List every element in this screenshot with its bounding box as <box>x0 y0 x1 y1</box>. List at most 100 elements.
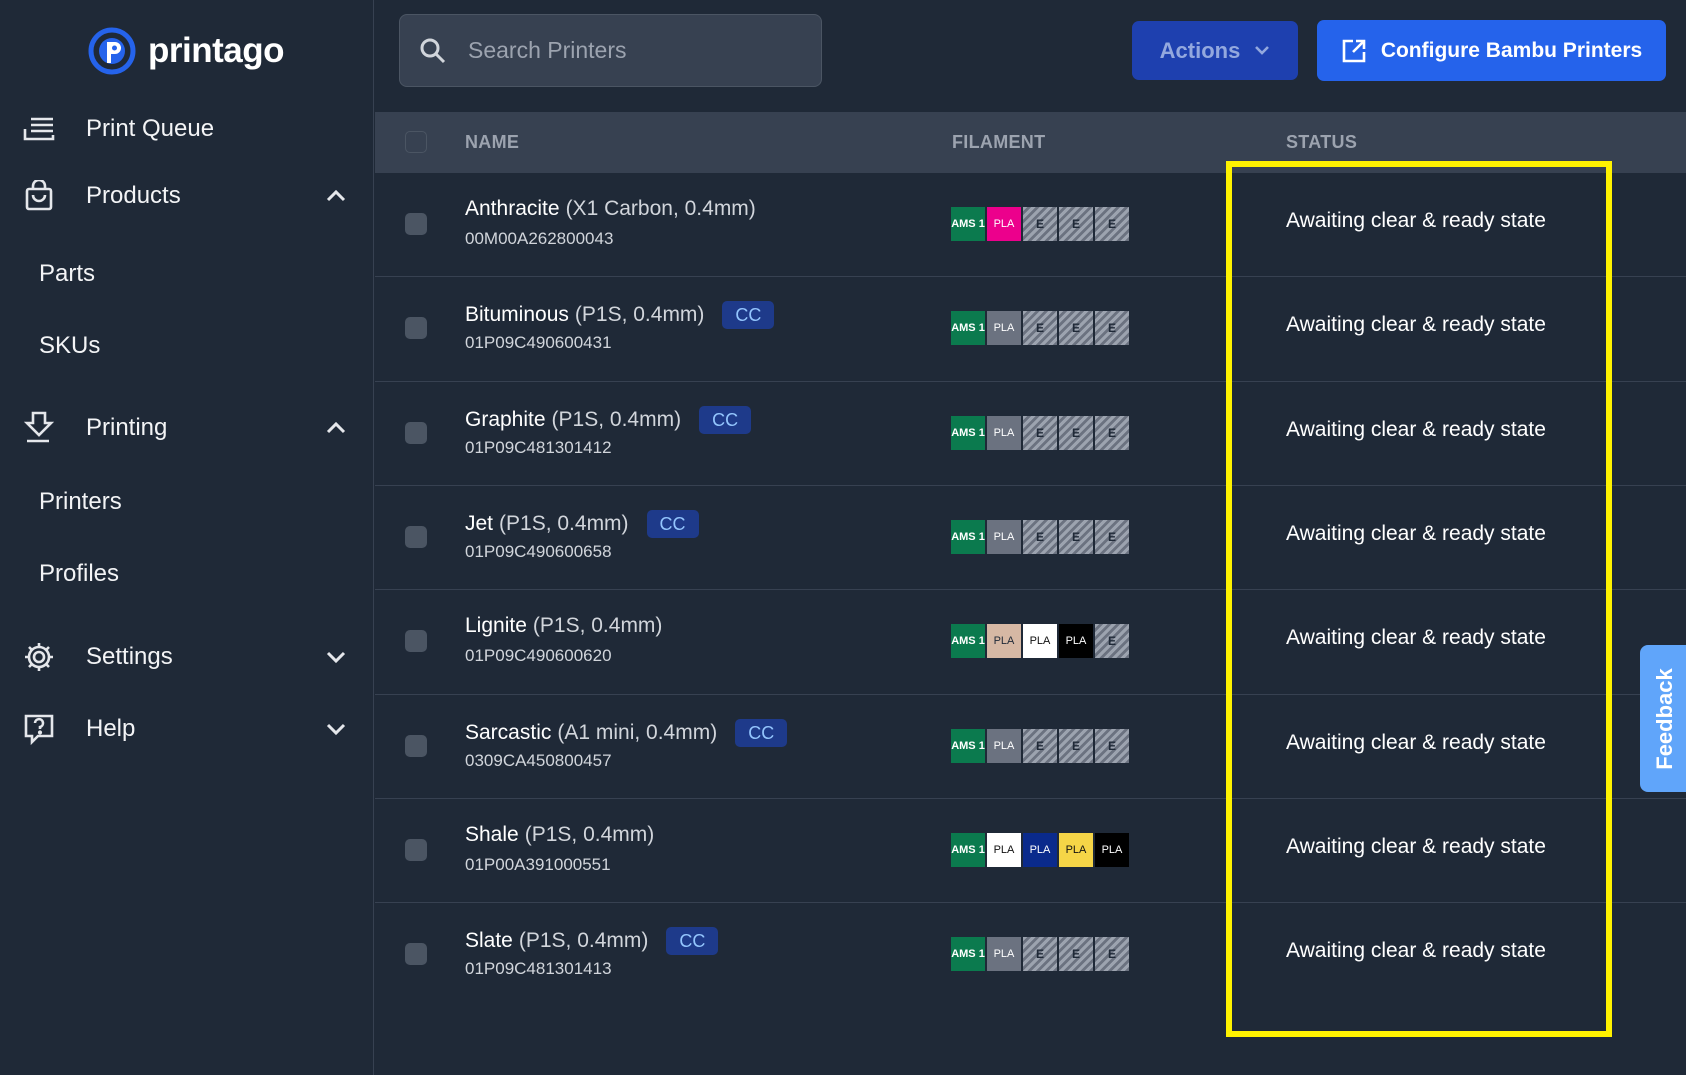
printer-name[interactable]: Shale <box>465 823 519 847</box>
printer-name[interactable]: Lignite <box>465 614 527 638</box>
filament-slot-empty: E <box>1023 207 1057 241</box>
filament-slot-empty: E <box>1095 416 1129 450</box>
printer-serial: 01P09C490600658 <box>465 542 612 561</box>
chevron-down-icon[interactable] <box>323 716 349 742</box>
printer-name-cell: Graphite (P1S, 0.4mm) CC <box>465 406 752 434</box>
row-checkbox[interactable] <box>405 735 427 757</box>
ams-slot-text: AMS 1 <box>951 218 985 230</box>
filament-slot-pla: PLA <box>1023 624 1057 658</box>
sidebar-subitem-printers[interactable]: Printers <box>39 477 122 527</box>
cc-badge: CC <box>666 927 719 955</box>
filament-slot-pla: PLA <box>987 207 1021 241</box>
row-checkbox-cell <box>405 422 427 444</box>
printer-details: (A1 mini, 0.4mm) <box>557 721 718 744</box>
logo[interactable]: printago <box>88 24 284 78</box>
sidebar-subitem-parts[interactable]: Parts <box>39 249 95 299</box>
sidebar-item-label: Products <box>86 182 181 209</box>
cc-badge: CC <box>699 406 752 434</box>
table-row[interactable]: Slate (P1S, 0.4mm) CC 01P09C481301413 AMS 1P… <box>375 902 1686 1006</box>
filament-slot-pla: PLA <box>987 833 1021 867</box>
table-row[interactable]: Bituminous (P1S, 0.4mm) CC 01P09C490600431 A… <box>375 276 1686 380</box>
printer-serial: 01P00A391000551 <box>465 855 611 874</box>
sidebar-subitem-profiles[interactable]: Profiles <box>39 549 119 599</box>
chevron-up-icon[interactable] <box>323 183 349 209</box>
printer-status: Awaiting clear & ready state <box>1286 209 1546 232</box>
printer-status: Awaiting clear & ready state <box>1286 835 1546 858</box>
printer-serial: 00M00A262800043 <box>465 229 614 248</box>
ams-unit-slot: AMS 1 <box>951 729 985 763</box>
printer-name[interactable]: Jet <box>465 512 493 536</box>
filament-slot-pla: PLA <box>987 937 1021 971</box>
table-row[interactable]: Shale (P1S, 0.4mm) 01P00A391000551 AMS 1 PLA… <box>375 798 1686 902</box>
actions-button[interactable]: Actions <box>1132 21 1298 80</box>
feedback-tab[interactable]: Feedback <box>1640 645 1686 792</box>
printer-serial: 01P09C481301412 <box>465 438 612 457</box>
ams-unit-slot: AMS 1 <box>951 624 985 658</box>
row-checkbox[interactable] <box>405 317 427 339</box>
row-checkbox[interactable] <box>405 526 427 548</box>
ams-slot-text: AMS 1 <box>951 322 985 334</box>
cc-badge: CC <box>646 510 699 538</box>
filament-slot-empty: E <box>1095 729 1129 763</box>
sidebar: printago Print Queue Products Parts SKUs… <box>0 0 374 1075</box>
row-checkbox[interactable] <box>405 839 427 861</box>
ams-slot-text: AMS 1 <box>951 740 985 752</box>
printer-name[interactable]: Anthracite <box>465 197 560 221</box>
table-row[interactable]: Sarcastic (A1 mini, 0.4mm) CC 0309CA4508004… <box>375 694 1686 798</box>
printer-name[interactable]: Sarcastic <box>465 721 551 745</box>
sidebar-item-label: Settings <box>86 643 173 670</box>
chevron-up-icon[interactable] <box>323 415 349 441</box>
filament-slots: AMS 1 PLA E E E <box>951 937 1131 971</box>
chevron-down-icon[interactable] <box>323 644 349 670</box>
sidebar-item-settings[interactable]: Settings <box>22 629 349 685</box>
search-box[interactable] <box>399 14 822 87</box>
column-header-status[interactable]: STATUS <box>1286 112 1357 172</box>
ams-unit-slot: AMS 1 <box>951 311 985 345</box>
row-checkbox[interactable] <box>405 943 427 965</box>
filament-slot-pla: PLA <box>987 416 1021 450</box>
filament-slot-empty: E <box>1059 416 1093 450</box>
ams-slot-text: AMS 1 <box>951 531 985 543</box>
select-all-checkbox-cell <box>405 112 427 172</box>
search-input[interactable] <box>466 36 800 65</box>
printer-details: (P1S, 0.4mm) <box>574 303 705 326</box>
row-checkbox[interactable] <box>405 630 427 652</box>
filament-slot-empty: E <box>1023 311 1057 345</box>
configure-bambu-printers-button[interactable]: Configure Bambu Printers <box>1317 20 1666 81</box>
column-header-name[interactable]: NAME <box>465 112 519 172</box>
filament-slots: AMS 1 PLA E E E <box>951 520 1131 554</box>
filament-slot-empty: E <box>1023 729 1057 763</box>
printer-name-cell: Bituminous (P1S, 0.4mm) CC <box>465 301 775 329</box>
filament-slots: AMS 1 PLA E E E <box>951 729 1131 763</box>
row-checkbox[interactable] <box>405 213 427 235</box>
select-all-checkbox[interactable] <box>405 131 427 153</box>
printer-status: Awaiting clear & ready state <box>1286 313 1546 336</box>
sidebar-subitem-skus[interactable]: SKUs <box>39 321 100 371</box>
sidebar-item-label: Printing <box>86 414 168 441</box>
filament-slot-empty: E <box>1095 311 1129 345</box>
filament-slot-pla: PLA <box>1023 833 1057 867</box>
row-checkbox-cell <box>405 630 427 652</box>
sidebar-item-products[interactable]: Products <box>22 168 349 224</box>
row-checkbox-cell <box>405 526 427 548</box>
table-row[interactable]: Graphite (P1S, 0.4mm) CC 01P09C481301412 AMS… <box>375 381 1686 485</box>
cc-badge: CC <box>722 301 775 329</box>
sidebar-item-printing[interactable]: Printing <box>22 400 349 456</box>
cc-badge: CC <box>735 719 788 747</box>
sidebar-item-print-queue[interactable]: Print Queue <box>22 101 349 157</box>
configure-label: Configure Bambu Printers <box>1380 38 1643 62</box>
printer-name[interactable]: Bituminous <box>465 303 569 327</box>
table-row[interactable]: Jet (P1S, 0.4mm) CC 01P09C490600658 AMS 1 PLA… <box>375 485 1686 589</box>
chevron-down-icon <box>1254 45 1270 56</box>
printer-serial: 0309CA450800457 <box>465 751 612 770</box>
filament-slot-empty: E <box>1095 937 1129 971</box>
printer-name[interactable]: Slate <box>465 929 513 953</box>
ams-slot-text: AMS 1 <box>951 844 985 856</box>
row-checkbox-cell <box>405 943 427 965</box>
printer-name[interactable]: Graphite <box>465 408 546 432</box>
table-row[interactable]: Lignite (P1S, 0.4mm) 01P09C490600620 AMS 1P… <box>375 589 1686 693</box>
sidebar-item-help[interactable]: Help <box>22 701 349 757</box>
filament-slot-pla: PLA <box>987 311 1021 345</box>
row-checkbox[interactable] <box>405 422 427 444</box>
table-row[interactable]: Anthracite (X1 Carbon, 0.4mm) 00M00A262800… <box>375 172 1686 276</box>
